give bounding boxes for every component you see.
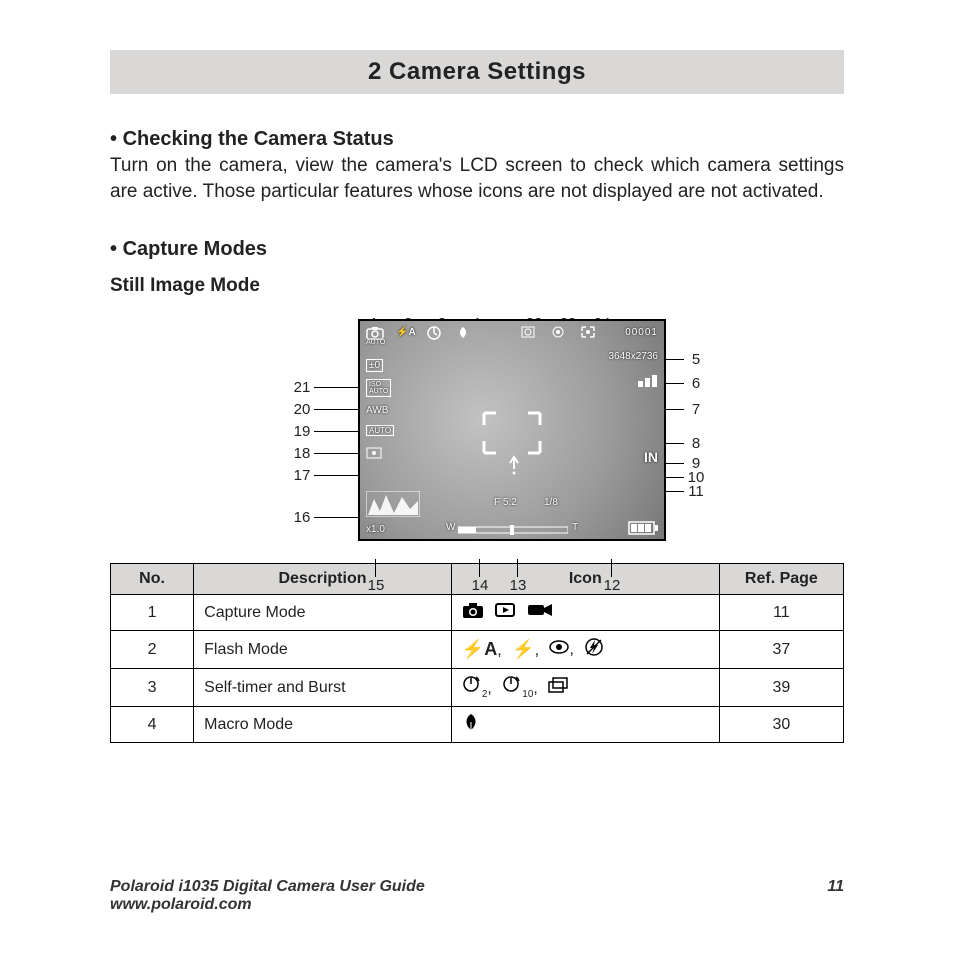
zoom-label: x1.0	[366, 524, 385, 535]
callout-6: 6	[684, 375, 708, 392]
cell-icon	[451, 707, 719, 743]
zoom-bar	[458, 525, 568, 535]
flash-auto-icon: ⚡A	[396, 327, 416, 338]
cell-ref: 11	[719, 595, 843, 631]
metering-icon	[366, 447, 382, 459]
histogram-icon	[366, 491, 420, 517]
page-footer: Polaroid i1035 Digital Camera User Guide…	[110, 878, 844, 914]
page-title: 2 Camera Settings	[110, 50, 844, 94]
callout-16: 16	[290, 509, 314, 526]
camera-icon	[462, 601, 484, 624]
cell-no: 4	[111, 707, 194, 743]
iso-icon: ISO AUTO	[366, 379, 391, 397]
callout-18: 18	[290, 445, 314, 462]
shot-counter: 00001	[625, 327, 658, 338]
callout-19: 19	[290, 423, 314, 440]
section-heading-status: Checking the Camera Status	[110, 128, 844, 151]
aperture: F 5.2	[494, 497, 517, 508]
section-heading-capture: Capture Modes	[110, 238, 844, 261]
cell-no: 1	[111, 595, 194, 631]
shake-warning-icon	[504, 455, 524, 475]
mode-label: Still Image Mode	[110, 275, 844, 297]
flash-a-icon: ⚡A,	[462, 639, 502, 660]
cell-no: 2	[111, 631, 194, 669]
shutter: 1/8	[544, 497, 558, 508]
callout-13: 13	[506, 577, 530, 594]
auto-label: AUTO	[366, 339, 385, 346]
eye-icon: ,	[549, 640, 573, 659]
macro-icon	[462, 713, 480, 736]
resolution: 3648x2736	[609, 351, 659, 362]
th-no: No.	[111, 564, 194, 595]
callout-17: 17	[290, 467, 314, 484]
burst-icon	[548, 677, 570, 698]
timer2-icon: 2,	[462, 675, 492, 700]
flash-off-icon	[584, 637, 604, 662]
redeye-icon	[550, 325, 566, 339]
sharpness-icon: AUTO	[366, 425, 394, 436]
cell-desc: Flash Mode	[194, 631, 452, 669]
focus-bracket-icon	[580, 325, 596, 339]
callout-5: 5	[684, 351, 708, 368]
callout-21: 21	[290, 379, 314, 396]
cell-desc: Capture Mode	[194, 595, 452, 631]
self-timer-icon	[426, 325, 442, 341]
table-row: 3Self-timer and Burst2, 10, 39	[111, 669, 844, 707]
af-frame	[482, 411, 542, 455]
cell-ref: 39	[719, 669, 843, 707]
callout-11: 11	[684, 483, 708, 500]
ev-icon: ±0	[366, 359, 383, 372]
flash-icon: ⚡,	[512, 639, 539, 660]
cell-no: 3	[111, 669, 194, 707]
callout-20: 20	[290, 401, 314, 418]
footer-url: www.polaroid.com	[110, 896, 252, 913]
play-icon	[494, 601, 516, 624]
cell-ref: 37	[719, 631, 843, 669]
cell-icon: ⚡A, ⚡, ,	[451, 631, 719, 669]
table-row: 4Macro Mode 30	[111, 707, 844, 743]
table-row: 2Flash Mode⚡A, ⚡, , 37	[111, 631, 844, 669]
storage: IN	[644, 449, 658, 465]
video-icon	[527, 601, 553, 624]
th-desc: Description	[194, 564, 452, 595]
footer-title: Polaroid i1035 Digital Camera User Guide	[110, 878, 425, 895]
footer-page: 11	[827, 878, 844, 896]
table-row: 1Capture Mode 11	[111, 595, 844, 631]
face-detect-icon	[520, 325, 536, 339]
lcd-illustration: 1 2 3 4 22 23 24 21 20 19 18 17 16 5 6 7…	[290, 319, 730, 541]
cell-desc: Macro Mode	[194, 707, 452, 743]
battery-icon	[628, 521, 658, 535]
callout-15: 15	[364, 577, 388, 594]
cell-icon	[451, 595, 719, 631]
timer10-icon: 10,	[502, 675, 538, 700]
cell-icon: 2, 10,	[451, 669, 719, 707]
awb: AWB	[366, 405, 388, 416]
zoom-t: T	[572, 522, 578, 533]
zoom-w: W	[446, 522, 455, 533]
macro-icon	[456, 325, 470, 339]
cell-ref: 30	[719, 707, 843, 743]
callout-14: 14	[468, 577, 492, 594]
callout-8: 8	[684, 435, 708, 452]
status-body-text: Turn on the camera, view the camera's LC…	[110, 153, 844, 204]
cell-desc: Self-timer and Burst	[194, 669, 452, 707]
callout-7: 7	[684, 401, 708, 418]
quality-icon	[638, 375, 658, 387]
callout-12: 12	[600, 577, 624, 594]
th-ref: Ref. Page	[719, 564, 843, 595]
